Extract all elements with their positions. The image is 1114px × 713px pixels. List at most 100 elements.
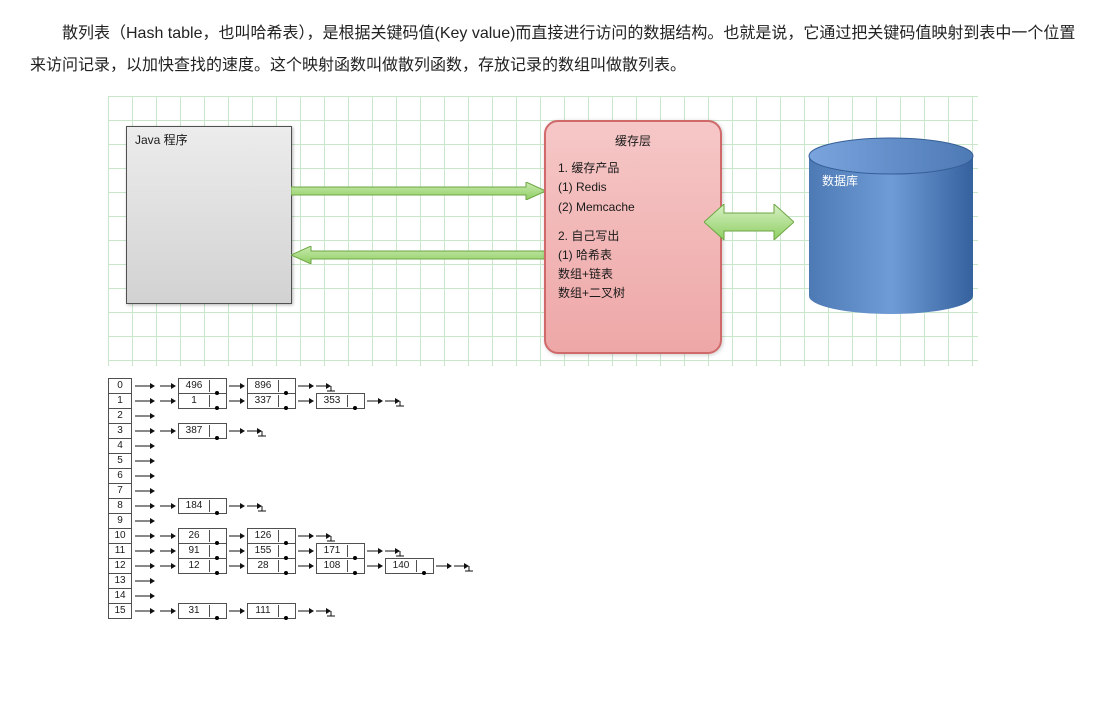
hash-bucket-row: 11337353 <box>108 393 628 408</box>
bucket-index: 5 <box>108 453 132 469</box>
link-arrow-icon <box>158 501 178 511</box>
hash-node-value: 896 <box>248 380 279 392</box>
bucket-index: 6 <box>108 468 132 484</box>
link-arrow-icon <box>296 396 316 406</box>
cache-title: 缓存层 <box>558 132 708 151</box>
null-terminator-icon <box>316 604 338 618</box>
bucket-index: 7 <box>108 483 132 499</box>
hash-node: 26 <box>178 528 227 544</box>
link-arrow-icon <box>296 546 316 556</box>
arrow-cache-db-double <box>704 204 794 240</box>
hash-bucket-row: 5 <box>108 453 628 468</box>
bucket-arrow-icon <box>132 396 158 406</box>
hash-node-value: 1 <box>179 395 210 407</box>
hash-node: 111 <box>247 603 296 619</box>
java-program-box: Java 程序 <box>126 126 292 304</box>
hash-bucket-row: 0496896 <box>108 378 628 393</box>
bucket-arrow-icon <box>132 471 158 481</box>
hash-node-value: 155 <box>248 545 279 557</box>
hash-node-value: 140 <box>386 560 417 572</box>
link-arrow-icon <box>365 561 385 571</box>
link-arrow-icon <box>365 546 385 556</box>
link-arrow-icon <box>158 546 178 556</box>
bucket-arrow-icon <box>132 486 158 496</box>
link-arrow-icon <box>227 396 247 406</box>
hash-bucket-row: 4 <box>108 438 628 453</box>
database-label: 数据库 <box>822 172 858 189</box>
hash-node: 171 <box>316 543 365 559</box>
null-terminator-icon <box>247 424 269 438</box>
hash-node: 108 <box>316 558 365 574</box>
bucket-index: 14 <box>108 588 132 604</box>
hash-bucket-row: 10 26 126 <box>108 528 628 543</box>
link-arrow-icon <box>158 426 178 436</box>
link-arrow-icon <box>365 396 385 406</box>
link-arrow-icon <box>434 561 454 571</box>
hash-node-value: 91 <box>179 545 210 557</box>
bucket-index: 10 <box>108 528 132 544</box>
cache-line: 1. 缓存产品 <box>558 159 708 178</box>
cache-line: 数组+二叉树 <box>558 284 708 303</box>
bucket-arrow-icon <box>132 591 158 601</box>
bucket-arrow-icon <box>132 456 158 466</box>
hash-node: 387 <box>178 423 227 439</box>
arrow-java-to-cache <box>291 182 546 200</box>
null-terminator-icon <box>316 529 338 543</box>
hash-node: 337 <box>247 393 296 409</box>
link-arrow-icon <box>227 426 247 436</box>
bucket-arrow-icon <box>132 561 158 571</box>
hash-node-value: 171 <box>317 545 348 557</box>
hash-bucket-row: 6 <box>108 468 628 483</box>
hash-bucket-row: 13 <box>108 573 628 588</box>
hash-node-value: 496 <box>179 380 210 392</box>
hash-table-diagram: 0496896113373532338745678184910261261191… <box>108 378 1084 618</box>
hash-node: 126 <box>247 528 296 544</box>
hash-bucket-row: 3387 <box>108 423 628 438</box>
hash-node-value: 28 <box>248 560 279 572</box>
link-arrow-icon <box>227 501 247 511</box>
arrow-cache-to-java <box>291 246 546 264</box>
cache-line: 2. 自己写出 <box>558 227 708 246</box>
hash-bucket-row: 12 12 28 108 140 <box>108 558 628 573</box>
hash-node-value: 108 <box>317 560 348 572</box>
link-arrow-icon <box>158 606 178 616</box>
link-arrow-icon <box>296 561 316 571</box>
bucket-index: 15 <box>108 603 132 619</box>
hash-node: 1 <box>178 393 227 409</box>
hash-node-value: 26 <box>179 530 210 542</box>
bucket-arrow-icon <box>132 576 158 586</box>
hash-bucket-row: 8184 <box>108 498 628 513</box>
link-arrow-icon <box>158 561 178 571</box>
diagram-canvas: Java 程序 <box>108 96 978 366</box>
cache-line: 数组+链表 <box>558 265 708 284</box>
hash-node: 140 <box>385 558 434 574</box>
link-arrow-icon <box>158 381 178 391</box>
null-terminator-icon <box>454 559 476 573</box>
hash-bucket-row: 7 <box>108 483 628 498</box>
bucket-index: 9 <box>108 513 132 529</box>
hash-bucket-row: 14 <box>108 588 628 603</box>
bucket-arrow-icon <box>132 531 158 541</box>
bucket-index: 12 <box>108 558 132 574</box>
link-arrow-icon <box>296 531 316 541</box>
cache-line: (1) 哈希表 <box>558 246 708 265</box>
hash-node-value: 387 <box>179 425 210 437</box>
bucket-arrow-icon <box>132 606 158 616</box>
null-terminator-icon <box>385 544 407 558</box>
hash-node: 12 <box>178 558 227 574</box>
link-arrow-icon <box>296 606 316 616</box>
hash-bucket-row: 2 <box>108 408 628 423</box>
link-arrow-icon <box>158 396 178 406</box>
hash-node: 896 <box>247 378 296 394</box>
bucket-index: 13 <box>108 573 132 589</box>
null-terminator-icon <box>247 499 269 513</box>
bucket-index: 4 <box>108 438 132 454</box>
link-arrow-icon <box>227 561 247 571</box>
null-terminator-icon <box>385 394 407 408</box>
bucket-arrow-icon <box>132 441 158 451</box>
cache-line: (2) Memcache <box>558 198 708 217</box>
link-arrow-icon <box>296 381 316 391</box>
hash-node-value: 12 <box>179 560 210 572</box>
hash-node: 155 <box>247 543 296 559</box>
cache-layer-box: 缓存层 1. 缓存产品 (1) Redis (2) Memcache 2. 自己… <box>544 120 722 354</box>
